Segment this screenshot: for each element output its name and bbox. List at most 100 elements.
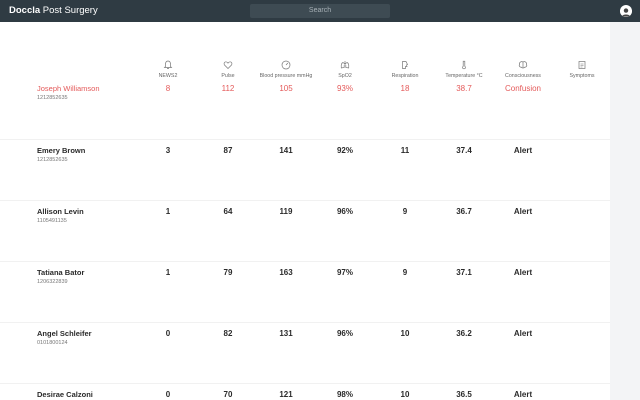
unit-hint bbox=[375, 97, 435, 102]
column-news2[interactable]: NEWS2 bbox=[138, 60, 198, 79]
column-label: Pulse bbox=[221, 73, 235, 79]
unit-hint bbox=[315, 342, 375, 347]
temperature-value: 36.2 bbox=[456, 329, 472, 338]
unit-hint bbox=[256, 97, 316, 102]
consciousness-value: Alert bbox=[513, 390, 533, 399]
unit-hint bbox=[434, 342, 494, 347]
brain-icon bbox=[518, 61, 528, 69]
patient-name: Desirae Calzoni bbox=[37, 390, 93, 399]
news2-value: 8 bbox=[165, 84, 171, 93]
unit-hint bbox=[434, 159, 494, 164]
consciousness-value: Alert bbox=[513, 329, 533, 338]
column-blood-pressure[interactable]: Blood pressure mmHg bbox=[256, 60, 316, 79]
unit-hint bbox=[434, 220, 494, 225]
unit-hint bbox=[434, 97, 494, 102]
patient-id: 0101800124 bbox=[37, 340, 68, 346]
consciousness-value: Alert bbox=[513, 207, 533, 216]
column-label: Temperature °C bbox=[445, 73, 483, 79]
unit-hint bbox=[493, 159, 553, 164]
column-label: Blood pressure mmHg bbox=[259, 73, 313, 79]
spo2-value: 93% bbox=[336, 84, 353, 93]
patient-name: Angel Schleifer bbox=[37, 329, 92, 338]
patient-id: 1206322839 bbox=[37, 279, 68, 285]
temperature-value: 36.7 bbox=[456, 207, 472, 216]
respiration-value: 9 bbox=[402, 207, 408, 216]
unit-hint bbox=[375, 342, 435, 347]
respiration-value: 9 bbox=[402, 268, 408, 277]
gauge-icon bbox=[281, 60, 291, 70]
unit-hint bbox=[198, 97, 258, 102]
column-label: Consciousness bbox=[505, 73, 541, 79]
unit-hint bbox=[493, 97, 553, 102]
clipboard-icon bbox=[578, 61, 586, 69]
respiration-icon bbox=[402, 61, 408, 69]
bell-icon bbox=[163, 60, 173, 69]
column-consciousness[interactable]: Consciousness bbox=[493, 60, 553, 79]
column-temperature[interactable]: Temperature °C bbox=[434, 60, 494, 79]
news2-value: 0 bbox=[165, 329, 171, 338]
spo2-value: 96% bbox=[336, 329, 353, 338]
temperature-value: 38.7 bbox=[456, 84, 472, 93]
consciousness-value: Alert bbox=[513, 268, 533, 277]
unit-hint bbox=[256, 159, 316, 164]
brand-bold: Doccla bbox=[9, 5, 41, 16]
user-icon bbox=[620, 6, 632, 17]
consciousness-value: Confusion bbox=[504, 84, 542, 93]
column-label: Symptoms bbox=[569, 73, 595, 79]
unit-hint bbox=[138, 342, 198, 347]
app-brand[interactable]: Doccla Post Surgery bbox=[9, 5, 98, 16]
table-row[interactable]: Joseph Williamson 1212852635 8 112 105 9… bbox=[0, 84, 610, 145]
news2-value: 1 bbox=[165, 268, 171, 277]
column-label: Respiration bbox=[391, 73, 419, 79]
temperature-value: 37.4 bbox=[456, 146, 472, 155]
column-spo2[interactable]: SpO2 bbox=[315, 60, 375, 79]
unit-hint bbox=[434, 281, 494, 286]
unit-hint bbox=[138, 97, 198, 102]
bp-value: 131 bbox=[279, 329, 293, 338]
unit-hint bbox=[315, 220, 375, 225]
unit-hint bbox=[256, 281, 316, 286]
patient-name: Tatiana Bator bbox=[37, 268, 85, 277]
unit-hint bbox=[256, 342, 316, 347]
respiration-value: 10 bbox=[400, 329, 410, 338]
spo2-value: 96% bbox=[336, 207, 353, 216]
column-pulse[interactable]: Pulse bbox=[198, 60, 258, 79]
patient-name: Allison Levin bbox=[37, 207, 84, 216]
avatar[interactable] bbox=[620, 5, 632, 17]
unit-hint bbox=[198, 220, 258, 225]
pulse-value: 64 bbox=[223, 207, 233, 216]
table-row[interactable]: Emery Brown 1212852635 3 87 141 92% 11 3… bbox=[0, 139, 610, 200]
unit-hint bbox=[198, 281, 258, 286]
patient-name: Emery Brown bbox=[37, 146, 86, 155]
pulse-value: 70 bbox=[223, 390, 233, 399]
table-row[interactable]: Angel Schleifer 0101800124 0 82 131 96% … bbox=[0, 322, 610, 383]
search-input[interactable]: Search bbox=[250, 4, 390, 18]
unit-hint bbox=[375, 159, 435, 164]
patient-id: 1212852635 bbox=[37, 157, 68, 163]
consciousness-value: Alert bbox=[513, 146, 533, 155]
unit-hint bbox=[315, 159, 375, 164]
temperature-value: 36.5 bbox=[456, 390, 472, 399]
news2-value: 1 bbox=[165, 207, 171, 216]
patient-table: NEWS2 Pulse Blood pressure mmHg SpO2 Res… bbox=[0, 22, 610, 400]
column-label: SpO2 bbox=[338, 73, 352, 79]
column-symptoms[interactable]: Symptoms bbox=[552, 60, 612, 79]
brand-rest: Post Surgery bbox=[40, 5, 98, 16]
table-row[interactable]: Tatiana Bator 1206322839 1 79 163 97% 9 … bbox=[0, 261, 610, 322]
thermometer-icon bbox=[462, 60, 466, 70]
column-respiration[interactable]: Respiration bbox=[375, 60, 435, 79]
table-row[interactable]: Desirae Calzoni 0 70 121 98% 10 36.5 Ale… bbox=[0, 383, 610, 400]
bp-value: 105 bbox=[279, 84, 293, 93]
unit-hint bbox=[493, 220, 553, 225]
table-row[interactable]: Allison Levin 1105491135 1 64 119 96% 9 … bbox=[0, 200, 610, 261]
patient-id: 1212852635 bbox=[37, 95, 68, 101]
top-bar: Doccla Post Surgery Search bbox=[0, 0, 640, 22]
bp-value: 121 bbox=[279, 390, 293, 399]
respiration-value: 10 bbox=[400, 390, 410, 399]
unit-hint bbox=[315, 281, 375, 286]
heart-icon bbox=[223, 61, 233, 69]
pulse-value: 82 bbox=[223, 329, 233, 338]
unit-hint bbox=[138, 159, 198, 164]
column-label: NEWS2 bbox=[158, 73, 178, 79]
bp-value: 141 bbox=[279, 146, 293, 155]
